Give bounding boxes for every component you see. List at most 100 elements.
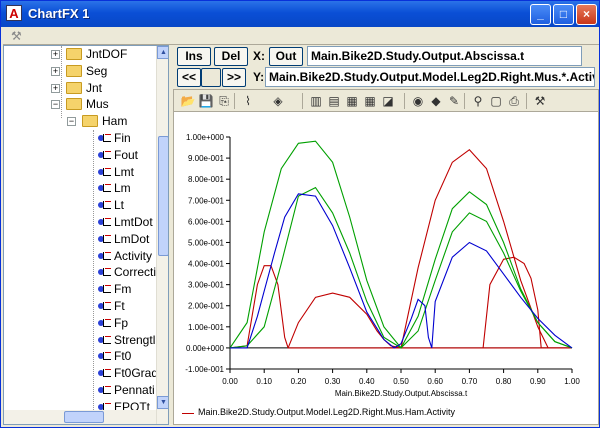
- tree-variable-pennati[interactable]: Pennati: [4, 382, 155, 399]
- tree-item-label: Pennati: [114, 383, 155, 397]
- tree-horizontal-scrollbar[interactable]: [4, 410, 156, 424]
- properties-icon[interactable]: ✎: [446, 93, 462, 109]
- preview-icon[interactable]: ▢: [488, 93, 504, 109]
- grid-vert-icon[interactable]: ▥: [308, 93, 324, 109]
- tree-item-label: LmDot: [114, 231, 150, 246]
- toolbar-separator: [526, 93, 527, 109]
- variable-tree: + JntDOF + Seg + Jnt − Mus − Ham Fin Fout Lmt Lm Lt Lmt…: [3, 45, 169, 425]
- y-label: Y:: [253, 70, 265, 84]
- copy-icon[interactable]: ⎘: [216, 93, 232, 109]
- maximize-button[interactable]: □: [553, 4, 574, 25]
- chartfx-window: A ChartFX 1 _ □ × ⚒ + JntDOF + Seg + Jnt − Mus −…: [0, 0, 600, 428]
- x-variable-field[interactable]: Main.Bike2D.Study.Output.Abscissa.t: [307, 46, 582, 66]
- page-indicator: [201, 68, 221, 87]
- tree-item-label: Lm: [114, 181, 131, 196]
- tree-variable-lmtdot[interactable]: LmtDot: [4, 214, 154, 231]
- tree-variable-lm[interactable]: Lm: [4, 180, 154, 197]
- expand-toggle-icon[interactable]: −: [67, 117, 76, 127]
- close-button[interactable]: ×: [576, 4, 597, 25]
- tree-variable-activity[interactable]: Activity: [4, 248, 154, 265]
- variable-plot-icon: [98, 368, 112, 378]
- x-tick-label: 0.90: [530, 377, 546, 386]
- top-toolstrip: ⚒: [3, 28, 599, 45]
- x-axis-title: Main.Bike2D.Study.Output.Abscissa.t: [335, 389, 468, 398]
- tree-item-label: Lt: [114, 198, 125, 213]
- hscroll-thumb[interactable]: [64, 411, 104, 423]
- toolbar-separator: [464, 93, 465, 109]
- y-tick-label: 0.00e+000: [186, 344, 225, 353]
- y-tick-label: 8.00e-001: [188, 175, 225, 184]
- tree-folder-seg[interactable]: + Seg: [4, 63, 154, 80]
- zoom-icon[interactable]: ⚲: [470, 93, 486, 109]
- tree-variable-ft[interactable]: Ft: [4, 298, 154, 315]
- series-line-2: [383, 148, 549, 349]
- tree-variable-lt[interactable]: Lt: [4, 197, 154, 214]
- y-tick-label: 3.00e-001: [188, 281, 225, 290]
- title-bar[interactable]: A ChartFX 1 _ □ ×: [1, 1, 599, 27]
- tree-item-label: Mus: [86, 97, 109, 112]
- tree-folder-mus[interactable]: − Mus: [4, 96, 154, 113]
- tree-variable-ft0[interactable]: Ft0: [4, 348, 154, 365]
- tree-variable-strengtl[interactable]: Strengtl: [4, 332, 156, 349]
- variable-plot-icon: [98, 385, 112, 395]
- series-line-0: [229, 265, 572, 349]
- y-variable-field[interactable]: Main.Bike2D.Study.Output.Model.Leg2D.Rig…: [265, 67, 595, 87]
- y-tick-label: 5.00e-001: [188, 238, 225, 247]
- print-icon[interactable]: ⎙: [506, 93, 522, 109]
- scroll-up-button[interactable]: ▲: [157, 46, 168, 59]
- gallery-icon[interactable]: ⌇: [240, 93, 256, 109]
- legend-icon[interactable]: ▦: [344, 93, 360, 109]
- app-icon: A: [6, 5, 22, 21]
- tree-variable-fout[interactable]: Fout: [4, 147, 154, 164]
- tree-item-label: Correcti: [114, 265, 157, 280]
- tree-folder-ham[interactable]: − Ham: [4, 113, 154, 130]
- prev-button[interactable]: <<: [177, 68, 201, 87]
- series-line-5: [229, 186, 573, 349]
- tree-variable-lmdot[interactable]: LmDot: [4, 231, 154, 248]
- tree-item-label: Ft0: [114, 349, 132, 364]
- table-icon[interactable]: ▦: [362, 93, 378, 109]
- variable-plot-icon: [98, 351, 112, 361]
- tree-folder-jntdof[interactable]: + JntDOF: [4, 46, 154, 63]
- next-button[interactable]: >>: [222, 68, 246, 87]
- tree-variable-fin[interactable]: Fin: [4, 130, 154, 147]
- expand-toggle-icon[interactable]: +: [51, 66, 60, 76]
- x-tick-label: 0.50: [393, 377, 409, 386]
- expand-toggle-icon[interactable]: +: [51, 83, 60, 93]
- tree-item-label: Fin: [114, 131, 131, 145]
- save-icon[interactable]: 💾: [198, 93, 214, 109]
- rotate-icon[interactable]: ◆: [428, 93, 444, 109]
- tree-variable-fm[interactable]: Fm: [4, 281, 154, 298]
- axis-icon[interactable]: ◪: [380, 93, 396, 109]
- 3d-icon[interactable]: ◉: [410, 93, 426, 109]
- ins-button[interactable]: Ins: [177, 47, 211, 66]
- expand-toggle-icon[interactable]: +: [51, 50, 60, 59]
- minimize-button[interactable]: _: [530, 4, 551, 25]
- tree-folder-jnt[interactable]: + Jnt: [4, 80, 154, 97]
- folder-icon: [66, 64, 82, 77]
- x-tick-label: 0.10: [256, 377, 272, 386]
- del-button[interactable]: Del: [214, 47, 248, 66]
- y-tick-label: -1.00e-001: [185, 365, 224, 374]
- expand-toggle-icon[interactable]: −: [51, 100, 60, 110]
- tree-item-label: Fm: [114, 282, 132, 297]
- tools-icon[interactable]: ⚒: [532, 93, 548, 109]
- tree-vertical-scrollbar[interactable]: ▲ ▼: [156, 46, 168, 424]
- tree-item-label: Ham: [102, 114, 128, 129]
- grid-horz-icon[interactable]: ▤: [326, 93, 342, 109]
- out-button[interactable]: Out: [269, 47, 303, 66]
- tree-variable-ft0grad[interactable]: Ft0Grad: [4, 365, 158, 382]
- scroll-down-button[interactable]: ▼: [157, 396, 168, 409]
- x-tick-label: 0.00: [222, 377, 238, 386]
- tree-variable-lmt[interactable]: Lmt: [4, 164, 154, 181]
- color-icon[interactable]: ◈: [270, 93, 286, 109]
- scroll-thumb[interactable]: [158, 136, 168, 256]
- x-tick-label: 0.80: [496, 377, 512, 386]
- tree-variable-correcti[interactable]: Correcti: [4, 264, 157, 281]
- tree-item-label: Lmt: [114, 164, 135, 179]
- open-icon[interactable]: 📂: [180, 93, 196, 109]
- series-line-4: [229, 140, 573, 349]
- tree-item-label: Strengtl: [114, 332, 156, 347]
- tree-guide-line: [61, 46, 62, 118]
- tree-variable-fp[interactable]: Fp: [4, 315, 154, 332]
